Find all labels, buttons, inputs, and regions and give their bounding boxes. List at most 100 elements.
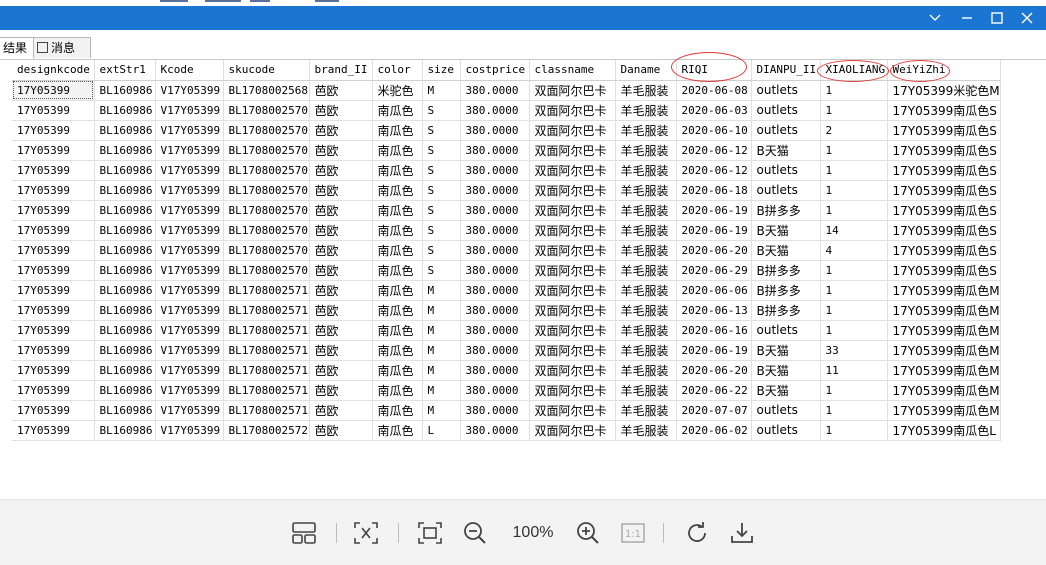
table-row[interactable]: 17Y05399 BL160986 V17Y05399 BL1708002571 芭欧南… (12, 400, 1001, 421)
table-cell[interactable]: V17Y05399 (155, 400, 224, 421)
table-cell[interactable]: M (422, 300, 461, 321)
table-cell[interactable]: 芭欧 (309, 180, 373, 201)
table-cell[interactable]: 380.0000 (460, 240, 530, 261)
table-cell[interactable]: BL160986 (94, 380, 156, 401)
table-cell[interactable]: V17Y05399 (155, 340, 224, 361)
table-cell[interactable]: 芭欧 (309, 220, 373, 241)
column-header-xiaoliang[interactable]: XIAOLIANG (820, 60, 888, 81)
table-cell[interactable]: 2020-06-19 (676, 220, 752, 241)
table-cell[interactable]: V17Y05399 (155, 240, 224, 261)
table-cell[interactable]: B天猫 (751, 140, 821, 161)
table-cell[interactable]: L (422, 420, 461, 441)
table-cell[interactable]: 羊毛服装 (615, 360, 677, 381)
table-cell[interactable]: 2020-06-29 (676, 260, 752, 281)
table-cell[interactable]: 芭欧 (309, 140, 373, 161)
table-cell[interactable]: 17Y05399 (12, 380, 95, 401)
table-cell[interactable]: M (422, 340, 461, 361)
table-cell[interactable]: 1 (820, 400, 888, 421)
table-cell[interactable]: BL160986 (94, 300, 156, 321)
table-cell[interactable]: 1 (820, 180, 888, 201)
table-cell[interactable]: BL160986 (94, 280, 156, 301)
table-cell[interactable]: BL1708002572 (223, 420, 310, 441)
table-cell[interactable]: 芭欧 (309, 160, 373, 181)
table-cell[interactable]: V17Y05399 (155, 280, 224, 301)
table-cell[interactable]: 芭欧 (309, 400, 373, 421)
table-cell[interactable]: 380.0000 (460, 260, 530, 281)
table-row[interactable]: 17Y05399 BL160986 V17Y05399 BL1708002571 芭欧南… (12, 340, 1001, 361)
table-cell[interactable]: 2020-06-12 (676, 140, 752, 161)
table-cell[interactable]: S (422, 220, 461, 241)
table-cell[interactable]: BL160986 (94, 420, 156, 441)
table-cell[interactable]: 2020-06-16 (676, 320, 752, 341)
table-cell[interactable]: outlets (751, 100, 821, 121)
table-cell[interactable]: 17Y05399 (12, 220, 95, 241)
table-cell[interactable]: 17Y05399 (12, 400, 95, 421)
fit-screen-icon[interactable] (417, 520, 443, 546)
table-cell[interactable]: 羊毛服装 (615, 140, 677, 161)
table-cell[interactable]: 14 (820, 220, 888, 241)
table-cell[interactable]: M (422, 320, 461, 341)
table-row[interactable]: 17Y05399 BL160986 V17Y05399 BL1708002571 芭欧南… (12, 320, 1001, 341)
table-cell[interactable]: BL160986 (94, 100, 156, 121)
table-cell[interactable]: 南瓜色 (372, 420, 423, 441)
table-cell[interactable]: 双面阿尔巴卡 (529, 120, 616, 141)
table-cell[interactable]: 380.0000 (460, 180, 530, 201)
table-cell[interactable]: 17Y05399米驼色M (887, 80, 1001, 101)
table-cell[interactable]: V17Y05399 (155, 120, 224, 141)
table-cell[interactable]: BL1708002570 (223, 140, 310, 161)
table-cell[interactable]: V17Y05399 (155, 300, 224, 321)
table-cell[interactable]: B拼多多 (751, 260, 821, 281)
table-cell[interactable]: 1 (820, 100, 888, 121)
table-cell[interactable]: BL1708002571 (223, 280, 310, 301)
table-cell[interactable]: 羊毛服装 (615, 160, 677, 181)
table-cell[interactable]: B天猫 (751, 240, 821, 261)
maximize-icon[interactable] (982, 6, 1012, 30)
table-row[interactable]: 17Y05399 BL160986 V17Y05399 BL1708002570 芭欧南… (12, 140, 1001, 161)
table-cell[interactable]: 羊毛服装 (615, 320, 677, 341)
table-cell[interactable]: 羊毛服装 (615, 240, 677, 261)
table-cell[interactable]: V17Y05399 (155, 360, 224, 381)
table-cell[interactable]: 双面阿尔巴卡 (529, 300, 616, 321)
table-row[interactable]: 17Y05399 BL160986 V17Y05399 BL1708002570 芭欧南… (12, 120, 1001, 141)
table-cell[interactable]: V17Y05399 (155, 220, 224, 241)
table-cell[interactable]: 17Y05399南瓜色M (887, 380, 1001, 401)
table-cell[interactable]: 双面阿尔巴卡 (529, 80, 616, 101)
actual-size-icon[interactable]: 1:1 (620, 520, 646, 546)
table-cell[interactable]: 羊毛服装 (615, 100, 677, 121)
table-cell[interactable]: 17Y05399 (12, 240, 95, 261)
rotate-icon[interactable] (684, 520, 710, 546)
table-cell[interactable]: 南瓜色 (372, 360, 423, 381)
table-cell[interactable]: 17Y05399南瓜色L (887, 420, 1001, 441)
column-header-costprice[interactable]: costprice (460, 60, 530, 81)
table-cell[interactable]: 1 (820, 80, 888, 101)
table-row[interactable]: 17Y05399 BL160986 V17Y05399 BL1708002571 芭欧南… (12, 360, 1001, 381)
table-cell[interactable]: 380.0000 (460, 340, 530, 361)
table-row[interactable]: 17Y05399 BL160986 V17Y05399 BL1708002570 芭欧南… (12, 160, 1001, 181)
table-cell[interactable]: 羊毛服装 (615, 120, 677, 141)
table-cell[interactable]: 17Y05399南瓜色S (887, 120, 1001, 141)
table-cell[interactable]: 17Y05399南瓜色S (887, 160, 1001, 181)
table-cell[interactable]: 南瓜色 (372, 380, 423, 401)
table-cell[interactable]: 南瓜色 (372, 160, 423, 181)
column-header-designkcode[interactable]: designkcode (12, 60, 95, 81)
table-cell[interactable]: BL1708002570 (223, 120, 310, 141)
table-cell[interactable]: 南瓜色 (372, 400, 423, 421)
table-cell[interactable]: BL1708002571 (223, 340, 310, 361)
table-cell[interactable]: 380.0000 (460, 420, 530, 441)
table-cell[interactable]: BL1708002570 (223, 220, 310, 241)
table-cell[interactable]: 2020-06-06 (676, 280, 752, 301)
table-cell[interactable]: 南瓜色 (372, 320, 423, 341)
table-cell[interactable]: 1 (820, 260, 888, 281)
table-cell[interactable]: 380.0000 (460, 320, 530, 341)
table-cell[interactable]: 芭欧 (309, 200, 373, 221)
table-cell[interactable]: 2020-06-02 (676, 420, 752, 441)
table-cell[interactable]: V17Y05399 (155, 420, 224, 441)
table-cell[interactable]: 17Y05399南瓜色M (887, 340, 1001, 361)
table-row[interactable]: 17Y05399 BL160986 V17Y05399 BL1708002570 芭欧南… (12, 200, 1001, 221)
table-cell[interactable]: 羊毛服装 (615, 80, 677, 101)
column-header-classname[interactable]: classname (529, 60, 616, 81)
table-cell[interactable]: 双面阿尔巴卡 (529, 100, 616, 121)
table-cell[interactable]: BL1708002570 (223, 100, 310, 121)
table-cell[interactable]: 2 (820, 120, 888, 141)
table-cell[interactable]: M (422, 80, 461, 101)
